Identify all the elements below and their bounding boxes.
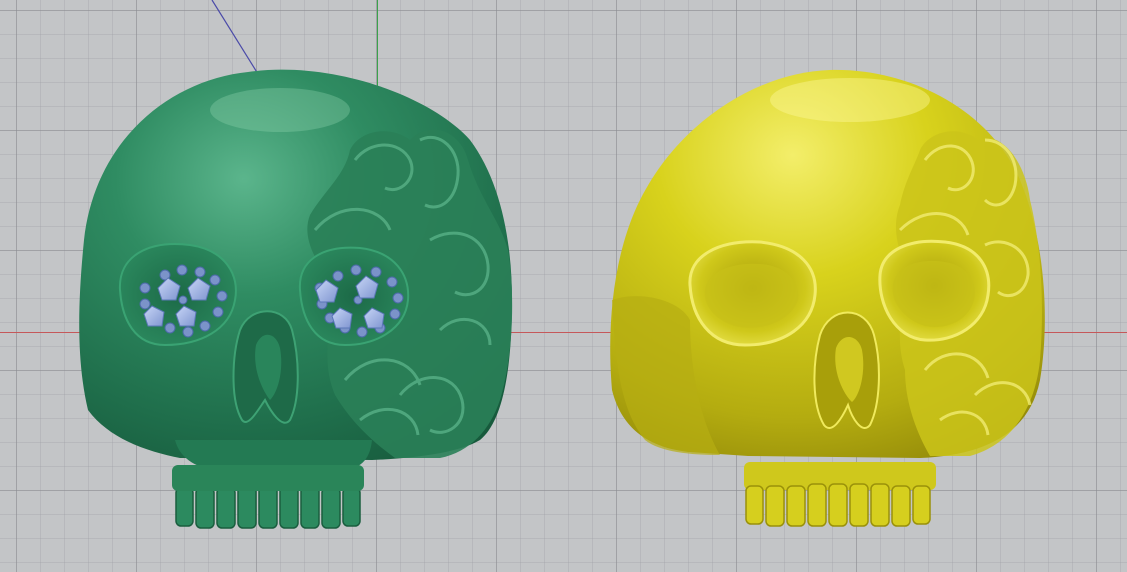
z-axis-line xyxy=(211,0,259,75)
gold-teeth xyxy=(745,483,931,527)
3d-viewport[interactable] xyxy=(0,0,1127,572)
green-cranium-highlight xyxy=(210,88,350,132)
gold-cranium-highlight xyxy=(770,78,930,122)
skull-ring-green[interactable] xyxy=(79,69,513,529)
skull-ring-gold[interactable] xyxy=(610,69,1045,527)
green-eye-socket-right xyxy=(298,246,410,347)
scene-canvas xyxy=(79,0,1045,529)
green-teeth xyxy=(175,485,361,529)
green-upper-jaw-band xyxy=(172,465,364,491)
